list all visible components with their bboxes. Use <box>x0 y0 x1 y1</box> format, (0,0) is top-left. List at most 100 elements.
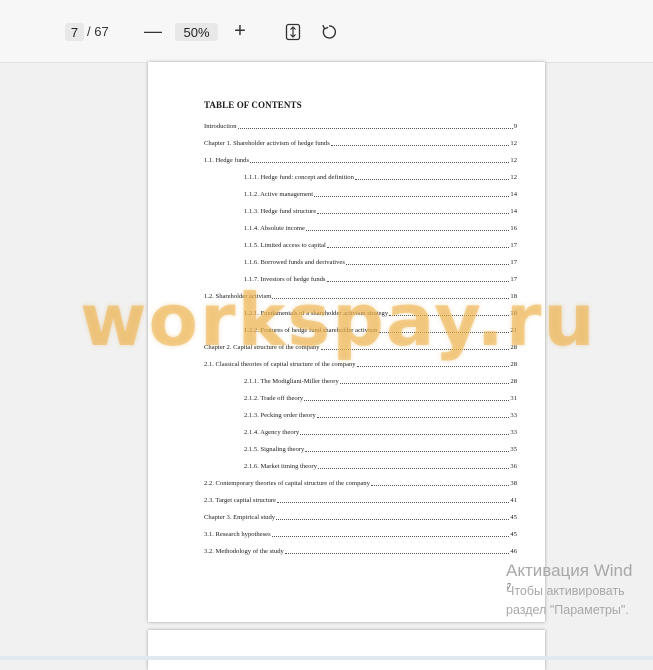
toc-entry[interactable]: Introduction 9 <box>204 123 517 131</box>
toc-entry-page: 14 <box>510 191 517 198</box>
toc-entry-page: 45 <box>510 514 517 521</box>
toc-entry-label: 1.1. Hedge funds <box>204 157 250 164</box>
toc-entry[interactable]: 1.1.4. Absolute income 16 <box>244 225 517 233</box>
toc-entry-page: 28 <box>510 344 517 351</box>
toc-entry-label: 2.2. Contemporary theories of capital st… <box>204 480 370 487</box>
toc-entry[interactable]: Chapter 1. Shareholder activism of hedge… <box>204 140 517 148</box>
toc-leader-dots <box>271 535 510 537</box>
toc-entry-page: 21 <box>510 327 517 334</box>
plus-icon: + <box>234 20 246 42</box>
toc-entry-label: Chapter 2. Capital structure of the comp… <box>204 344 320 351</box>
toc-entry[interactable]: 2.1.2. Trade off theory 31 <box>244 395 517 403</box>
toc-entry-page: 31 <box>510 395 517 402</box>
toc-entry-page: 17 <box>510 259 517 266</box>
toc-entry[interactable]: 2.1.4. Agency theory 33 <box>244 429 517 437</box>
toc-leader-dots <box>339 382 510 384</box>
next-document-page <box>148 630 545 670</box>
toc-leader-dots <box>356 365 510 367</box>
rotate-button[interactable] <box>320 23 338 41</box>
toc-leader-dots <box>345 263 510 265</box>
toc-leader-dots <box>272 297 510 299</box>
toc-entry-label: 2.1.3. Pecking order theory <box>244 412 316 419</box>
toc-entry-label: 2.1.2. Trade off theory <box>244 395 304 402</box>
toc-entry[interactable]: 2.1.3. Pecking order theory 33 <box>244 412 517 420</box>
current-page-input[interactable]: 7 <box>65 23 84 41</box>
toc-entry[interactable]: 1.1.7. Investors of hedge funds 17 <box>244 276 517 284</box>
toc-leader-dots <box>276 501 510 503</box>
toc-entry[interactable]: 2.2. Contemporary theories of capital st… <box>204 480 517 488</box>
toc-entry[interactable]: 2.1. Classical theories of capital struc… <box>204 361 517 369</box>
toc-leader-dots <box>314 195 510 197</box>
toc-entry-label: 3.2. Methodology of the study <box>204 548 284 555</box>
toc-entry-label: 2.1.6. Market timing theory <box>244 463 317 470</box>
toc-leader-dots <box>304 399 510 401</box>
toc-entry-label: 1.2.1. Fundamentals of a shareholder act… <box>244 310 389 317</box>
toc-entry-page: 18 <box>510 310 517 317</box>
toc-entry-label: 1.2. Shareholder activism <box>204 293 272 300</box>
toc-leader-dots <box>370 484 510 486</box>
toc-entry-page: 12 <box>510 157 517 164</box>
toc-entry[interactable]: 2.1.6. Market timing theory 36 <box>244 463 517 471</box>
toc-entry[interactable]: 1.2. Shareholder activism 18 <box>204 293 517 301</box>
toc-heading: TABLE OF CONTENTS <box>204 100 302 110</box>
windows-activation-notice: Активация Wind Чтобы активировать раздел… <box>506 560 632 620</box>
toc-entry[interactable]: 1.1. Hedge funds 12 <box>204 157 517 165</box>
toc-leader-dots <box>326 280 510 282</box>
toc-entry-label: 2.1.5. Signaling theory <box>244 446 305 453</box>
toc-entry-page: 28 <box>510 361 517 368</box>
toc-entry-page: 45 <box>510 531 517 538</box>
toc-entry-label: 1.2.2. Features of hedge fund shareholde… <box>244 327 378 334</box>
toc-entry[interactable]: 2.1.5. Signaling theory 35 <box>244 446 517 454</box>
toc-entry[interactable]: 1.1.5. Limited access to capital 17 <box>244 242 517 250</box>
activation-line-2: раздел "Параметры". <box>506 603 629 617</box>
toc-entry[interactable]: 1.1.6. Borrowed funds and derivatives 17 <box>244 259 517 267</box>
toc-entry[interactable]: 1.1.1. Hedge fund: concept and definitio… <box>244 174 517 182</box>
toc-entry[interactable]: Chapter 3. Empirical study 45 <box>204 514 517 522</box>
toc-leader-dots <box>316 416 510 418</box>
toc-leader-dots <box>378 331 510 333</box>
zoom-in-button[interactable]: + <box>231 20 249 42</box>
toc-entry-label: 1.1.6. Borrowed funds and derivatives <box>244 259 345 266</box>
toc-entry-page: 16 <box>510 225 517 232</box>
toc-entry-label: Chapter 1. Shareholder activism of hedge… <box>204 140 330 147</box>
toc-entry-page: 17 <box>510 242 517 249</box>
viewer-toolbar: 7 / 67 — 50% + <box>0 0 653 63</box>
toc-entry[interactable]: 2.3. Target capital structure 41 <box>204 497 517 505</box>
zoom-level-input[interactable]: 50% <box>175 23 218 41</box>
toc-entry-page: 14 <box>510 208 517 215</box>
toc-leader-dots <box>317 212 510 214</box>
toc-entry-label: 1.1.1. Hedge fund: concept and definitio… <box>244 174 354 181</box>
bottom-strip <box>0 656 653 660</box>
document-page: TABLE OF CONTENTS Introduction 9 Chapter 1… <box>148 62 545 622</box>
toc-entry-label: 1.1.5. Limited access to capital <box>244 242 326 249</box>
zoom-out-button[interactable]: — <box>144 22 162 41</box>
rotate-icon <box>322 24 337 39</box>
toc-entry[interactable]: 1.2.1. Fundamentals of a shareholder act… <box>244 310 517 318</box>
toc-entry-label: 1.1.3. Hedge fund structure <box>244 208 317 215</box>
toc-leader-dots <box>284 552 510 554</box>
toc-entry-label: 2.1.1. The Modigliani-Miller theory <box>244 378 339 385</box>
toc-entry[interactable]: Chapter 2. Capital structure of the comp… <box>204 344 517 352</box>
toc-entry[interactable]: 1.1.3. Hedge fund structure 14 <box>244 208 517 216</box>
toc-entry-label: 3.1. Research hypotheses <box>204 531 271 538</box>
toc-entry-page: 28 <box>510 378 517 385</box>
toc-entry-page: 36 <box>510 463 517 470</box>
fit-page-icon <box>285 23 301 41</box>
toc-leader-dots <box>250 161 510 163</box>
toc-entry-label: 2.1. Classical theories of capital struc… <box>204 361 356 368</box>
toc-entry-page: 41 <box>510 497 517 504</box>
toc-leader-dots <box>237 127 513 129</box>
toc-entry[interactable]: 1.2.2. Features of hedge fund shareholde… <box>244 327 517 335</box>
fit-page-button[interactable] <box>284 23 302 41</box>
total-pages-label: / 67 <box>87 24 109 39</box>
toc-leader-dots <box>354 178 510 180</box>
toc-leader-dots <box>306 229 510 231</box>
toc-entry-page: 9 <box>513 123 517 130</box>
toc-entry[interactable]: 3.2. Methodology of the study 46 <box>204 548 517 556</box>
toc-entry[interactable]: 3.1. Research hypotheses 45 <box>204 531 517 539</box>
toc-leader-dots <box>305 450 510 452</box>
toc-entry-page: 18 <box>510 293 517 300</box>
toc-entry[interactable]: 2.1.1. The Modigliani-Miller theory 28 <box>244 378 517 386</box>
activation-title: Активация Wind <box>506 561 633 580</box>
toc-entry[interactable]: 1.1.2. Active management 14 <box>244 191 517 199</box>
